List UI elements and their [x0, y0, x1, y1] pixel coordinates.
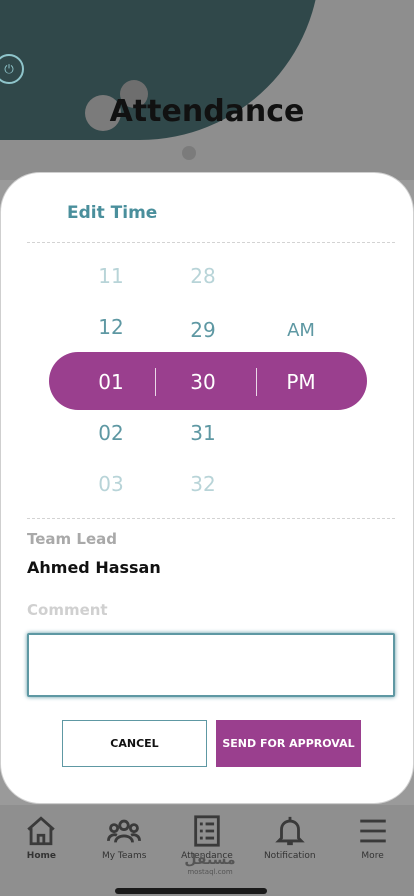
minute-option[interactable]: 28 [173, 264, 233, 288]
cancel-button[interactable]: CANCEL [62, 720, 207, 767]
watermark: مستقل mostaql.com [180, 852, 240, 876]
send-for-approval-button[interactable]: SEND FOR APPROVAL [216, 720, 361, 767]
period-selected[interactable]: PM [271, 370, 331, 394]
hour-option[interactable]: 03 [81, 472, 141, 496]
period-option[interactable]: AM [271, 320, 331, 341]
nav-label: My Teams [101, 851, 147, 861]
hour-option[interactable]: 11 [81, 264, 141, 288]
hour-option[interactable]: 02 [81, 421, 141, 445]
nav-label: Notification [263, 851, 316, 861]
home-icon [23, 813, 59, 849]
minute-option[interactable]: 32 [173, 472, 233, 496]
divider [27, 242, 395, 244]
nav-item-my-teams[interactable]: My Teams [84, 813, 164, 896]
nav-item-notification[interactable]: Notification [250, 813, 330, 896]
page-title: Attendance [109, 94, 305, 129]
decor-bubble [182, 146, 196, 160]
edit-time-modal: Edit Time 11 12 01 02 03 28 29 30 31 32 … [0, 172, 414, 804]
hour-selected[interactable]: 01 [81, 370, 141, 394]
nav-label: More [361, 851, 384, 861]
comment-input[interactable] [27, 633, 395, 697]
app-screen: ⏻ Attendance Home My Teams Attendance No… [0, 0, 414, 896]
hour-option[interactable]: 12 [81, 315, 141, 339]
team-lead-label: Team Lead [27, 530, 117, 548]
team-lead-name: Ahmed Hassan [27, 558, 161, 577]
watermark-text: مستقل [184, 852, 236, 868]
picker-separator [256, 368, 257, 396]
bell-icon [272, 813, 308, 849]
picker-separator [155, 368, 156, 396]
watermark-sub: mostaql.com [187, 868, 233, 876]
checklist-icon [189, 813, 225, 849]
modal-title: Edit Time [67, 203, 158, 223]
comment-label: Comment [27, 601, 108, 619]
nav-item-home[interactable]: Home [1, 813, 81, 896]
bottom-nav: Home My Teams Attendance Notification Mo… [0, 805, 414, 896]
nav-label: Home [26, 851, 56, 861]
minute-selected[interactable]: 30 [173, 370, 233, 394]
team-icon [106, 813, 142, 849]
minute-option[interactable]: 29 [173, 318, 233, 342]
divider [27, 518, 395, 520]
menu-icon [355, 813, 391, 849]
nav-item-more[interactable]: More [333, 813, 413, 896]
home-indicator [115, 888, 267, 894]
minute-option[interactable]: 31 [173, 421, 233, 445]
